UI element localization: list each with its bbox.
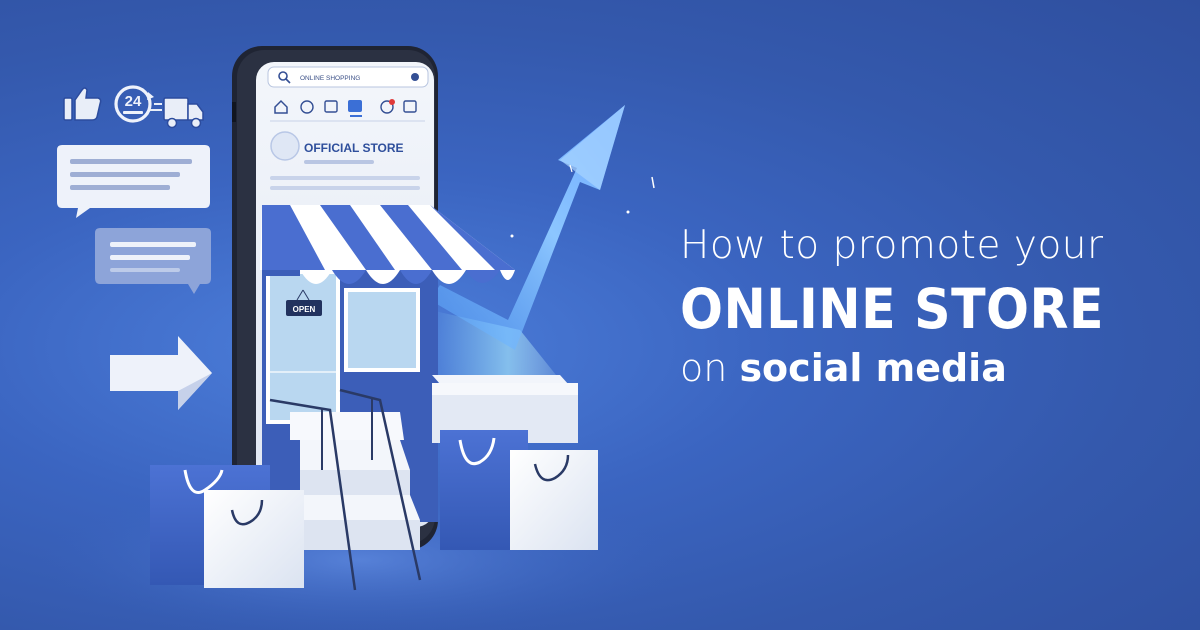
- growth-arrow-icon: [430, 105, 655, 350]
- search-text: ONLINE SHOPPING: [300, 75, 360, 82]
- phone-search-bar: ONLINE SHOPPING: [267, 66, 429, 88]
- chat-bubble-small: [95, 228, 211, 294]
- truck-icon: [150, 97, 204, 129]
- headline-line1: How to promote your: [680, 223, 1104, 268]
- chat-bubble-large: [57, 145, 210, 218]
- badge-24-text: 24: [125, 93, 142, 110]
- headline: How to promote your ONLINE STORE on soci…: [680, 222, 1180, 394]
- store-title: OFFICIAL STORE: [304, 141, 404, 155]
- thumbs-up-icon: [63, 87, 102, 121]
- headline-line3-emphasis: social media: [739, 346, 1007, 390]
- banner: 24 ONLINE SHOPPING OFFICIAL STORE OPEN H…: [0, 0, 1200, 630]
- headline-line2: ONLINE STORE: [680, 277, 1104, 341]
- open-sign-text: OPEN: [293, 305, 316, 314]
- headline-line3: on social media: [680, 342, 1180, 394]
- clock-24-icon: 24: [114, 85, 154, 123]
- awning: [260, 205, 515, 284]
- headline-line3-prefix: on: [680, 346, 728, 390]
- arrow-right-icon: [110, 336, 212, 410]
